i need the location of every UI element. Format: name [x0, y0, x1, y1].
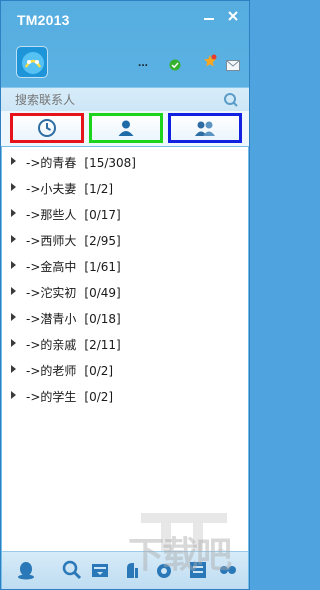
search-input[interactable] — [15, 90, 215, 110]
file-box-icon[interactable] — [90, 560, 110, 580]
tab-contacts[interactable] — [89, 113, 163, 143]
group-count: [0/2] — [84, 390, 114, 404]
group-name: ->的老师 — [26, 364, 77, 378]
group-name: ->的青春 — [26, 156, 77, 170]
expand-arrow-icon[interactable] — [11, 313, 16, 321]
close-button[interactable] — [226, 9, 240, 23]
list-item[interactable]: ->沱实初 [0/49] — [2, 279, 248, 305]
group-name: ->潜青小 — [26, 312, 77, 326]
group-count: [1/61] — [84, 260, 121, 274]
list-item[interactable]: ->的老师 [0/2] — [2, 357, 248, 383]
search-bar — [1, 87, 249, 111]
list-item[interactable]: ->小夫妻 [1/2] — [2, 175, 248, 201]
watermark-text: 下载吧 — [128, 535, 232, 576]
group-name: ->那些人 — [26, 208, 77, 222]
tab-groups[interactable] — [168, 113, 242, 143]
qq-menu-icon[interactable] — [16, 560, 36, 580]
search-icon[interactable] — [223, 92, 239, 108]
list-item[interactable]: ->的学生 [0/2] — [2, 383, 248, 409]
avatar[interactable] — [16, 46, 48, 78]
expand-arrow-icon[interactable] — [11, 157, 16, 165]
list-item[interactable]: ->的青春 [15/308] — [2, 149, 248, 175]
main-window: TM2013 ... 搜索联系人 ->的青春 [15/308] ->小夫妻 [1… — [0, 0, 250, 590]
expand-arrow-icon[interactable] — [11, 235, 16, 243]
group-count: [2/95] — [84, 234, 121, 248]
group-name: ->小夫妻 — [26, 182, 77, 196]
expand-arrow-icon[interactable] — [11, 391, 16, 399]
group-count: [1/2] — [84, 182, 114, 196]
expand-arrow-icon[interactable] — [11, 339, 16, 347]
tab-recent[interactable] — [10, 113, 84, 143]
online-status-icon[interactable] — [169, 56, 181, 71]
expand-arrow-icon[interactable] — [11, 287, 16, 295]
group-count: [0/17] — [84, 208, 121, 222]
title-bar[interactable]: TM2013 — [1, 1, 249, 39]
minimize-button[interactable] — [202, 9, 216, 23]
tab-bar — [1, 111, 249, 146]
mail-icon[interactable] — [226, 56, 240, 71]
group-name: ->金高中 — [26, 260, 77, 274]
group-name: ->的学生 — [26, 390, 77, 404]
list-item[interactable]: ->潜青小 [0/18] — [2, 305, 248, 331]
expand-arrow-icon[interactable] — [11, 365, 16, 373]
list-item[interactable]: ->金高中 [1/61] — [2, 253, 248, 279]
group-name: ->的亲戚 — [26, 338, 77, 352]
expand-arrow-icon[interactable] — [11, 183, 16, 191]
clock-icon — [38, 119, 56, 137]
search-icon[interactable] — [62, 560, 82, 580]
expand-arrow-icon[interactable] — [11, 261, 16, 269]
group-count: [0/2] — [84, 364, 114, 378]
group-count: [0/18] — [84, 312, 121, 326]
star-icon[interactable] — [203, 53, 217, 67]
list-item[interactable]: ->那些人 [0/17] — [2, 201, 248, 227]
nickname[interactable]: ... — [138, 55, 148, 69]
group-name: ->沱实初 — [26, 286, 77, 300]
group-name: ->西师大 — [26, 234, 77, 248]
profile-panel: ... — [1, 39, 249, 87]
group-count: [0/49] — [84, 286, 121, 300]
group-count: [2/11] — [84, 338, 121, 352]
list-item[interactable]: ->西师大 [2/95] — [2, 227, 248, 253]
group-count: [15/308] — [84, 156, 136, 170]
contact-group-list: ->的青春 [15/308] ->小夫妻 [1/2] ->那些人 [0/17] ->西… — [2, 147, 248, 551]
expand-arrow-icon[interactable] — [11, 209, 16, 217]
person-icon — [118, 120, 134, 136]
app-title: TM2013 — [17, 12, 70, 28]
list-item[interactable]: ->的亲戚 [2/11] — [2, 331, 248, 357]
people-icon — [195, 121, 215, 136]
